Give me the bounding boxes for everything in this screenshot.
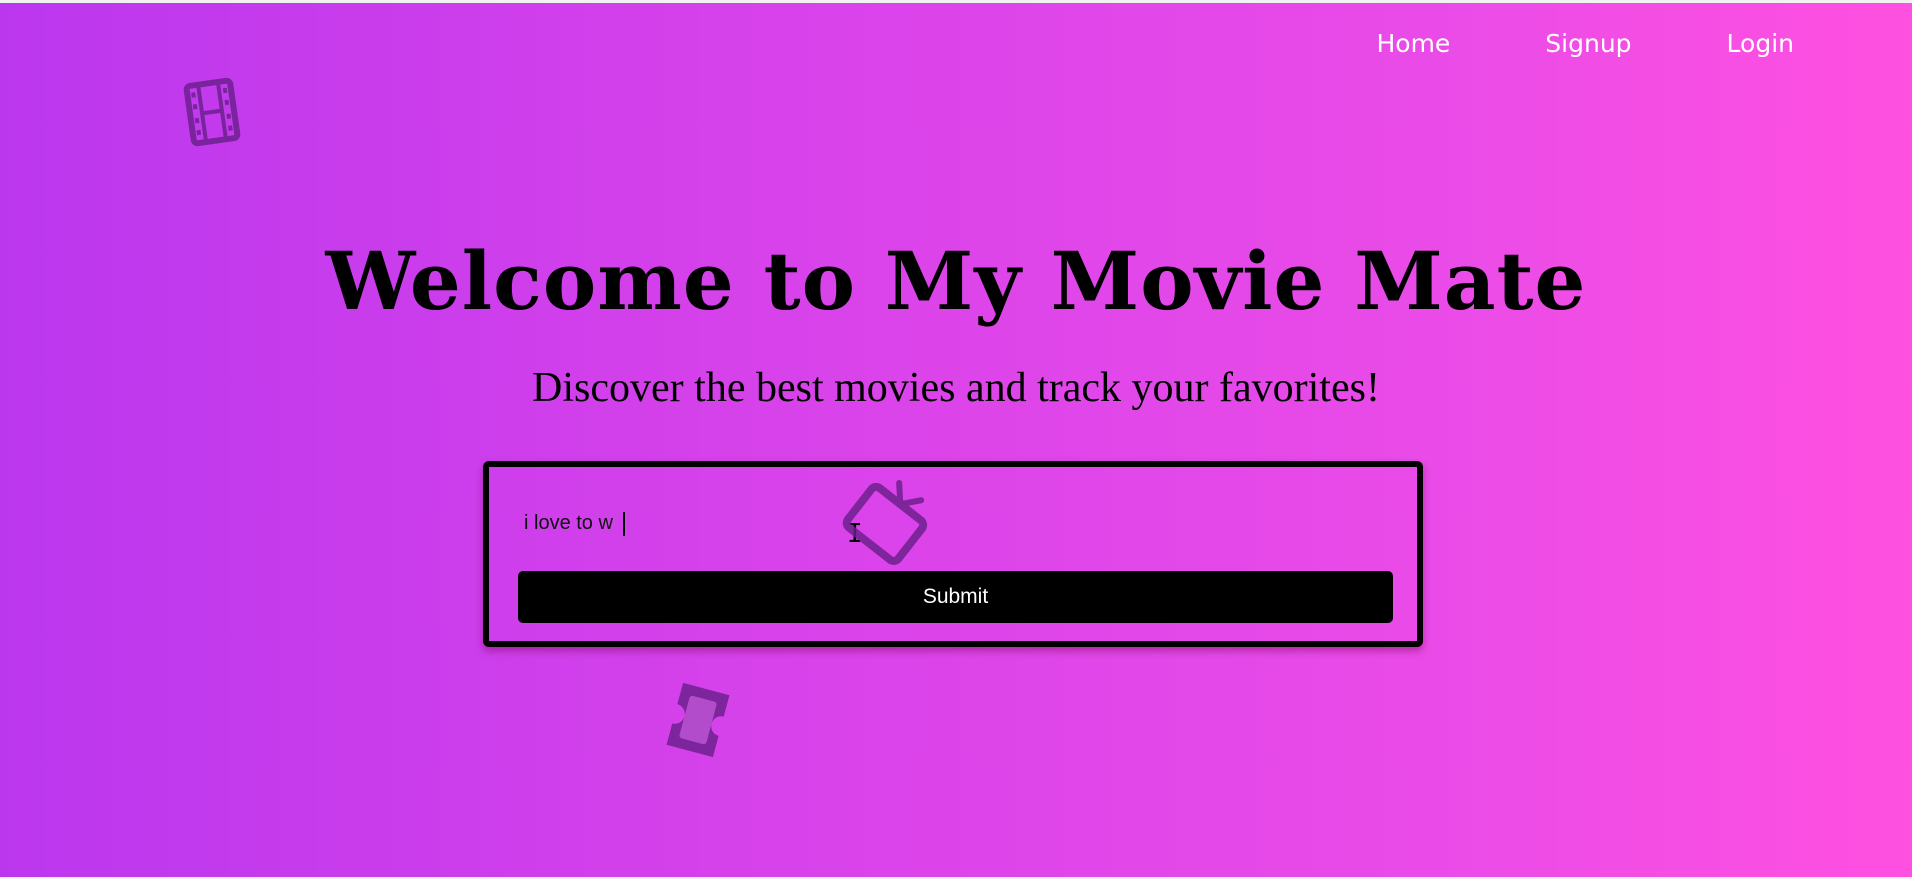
text-caret <box>623 512 625 536</box>
message-input[interactable] <box>518 503 1024 543</box>
page-title: Welcome to My Movie Mate <box>325 234 1587 328</box>
page-subtitle: Discover the best movies and track your … <box>532 365 1380 411</box>
top-nav: Home Signup Login <box>1376 26 1794 62</box>
window-top-strip <box>0 0 1912 3</box>
nav-login-link[interactable]: Login <box>1727 26 1794 62</box>
submit-button[interactable]: Submit <box>518 571 1393 623</box>
input-form: I Submit <box>483 461 1423 647</box>
ticket-icon <box>660 677 737 762</box>
film-strip-icon <box>182 77 242 148</box>
nav-home-link[interactable]: Home <box>1376 26 1450 62</box>
nav-signup-link[interactable]: Signup <box>1545 26 1631 62</box>
